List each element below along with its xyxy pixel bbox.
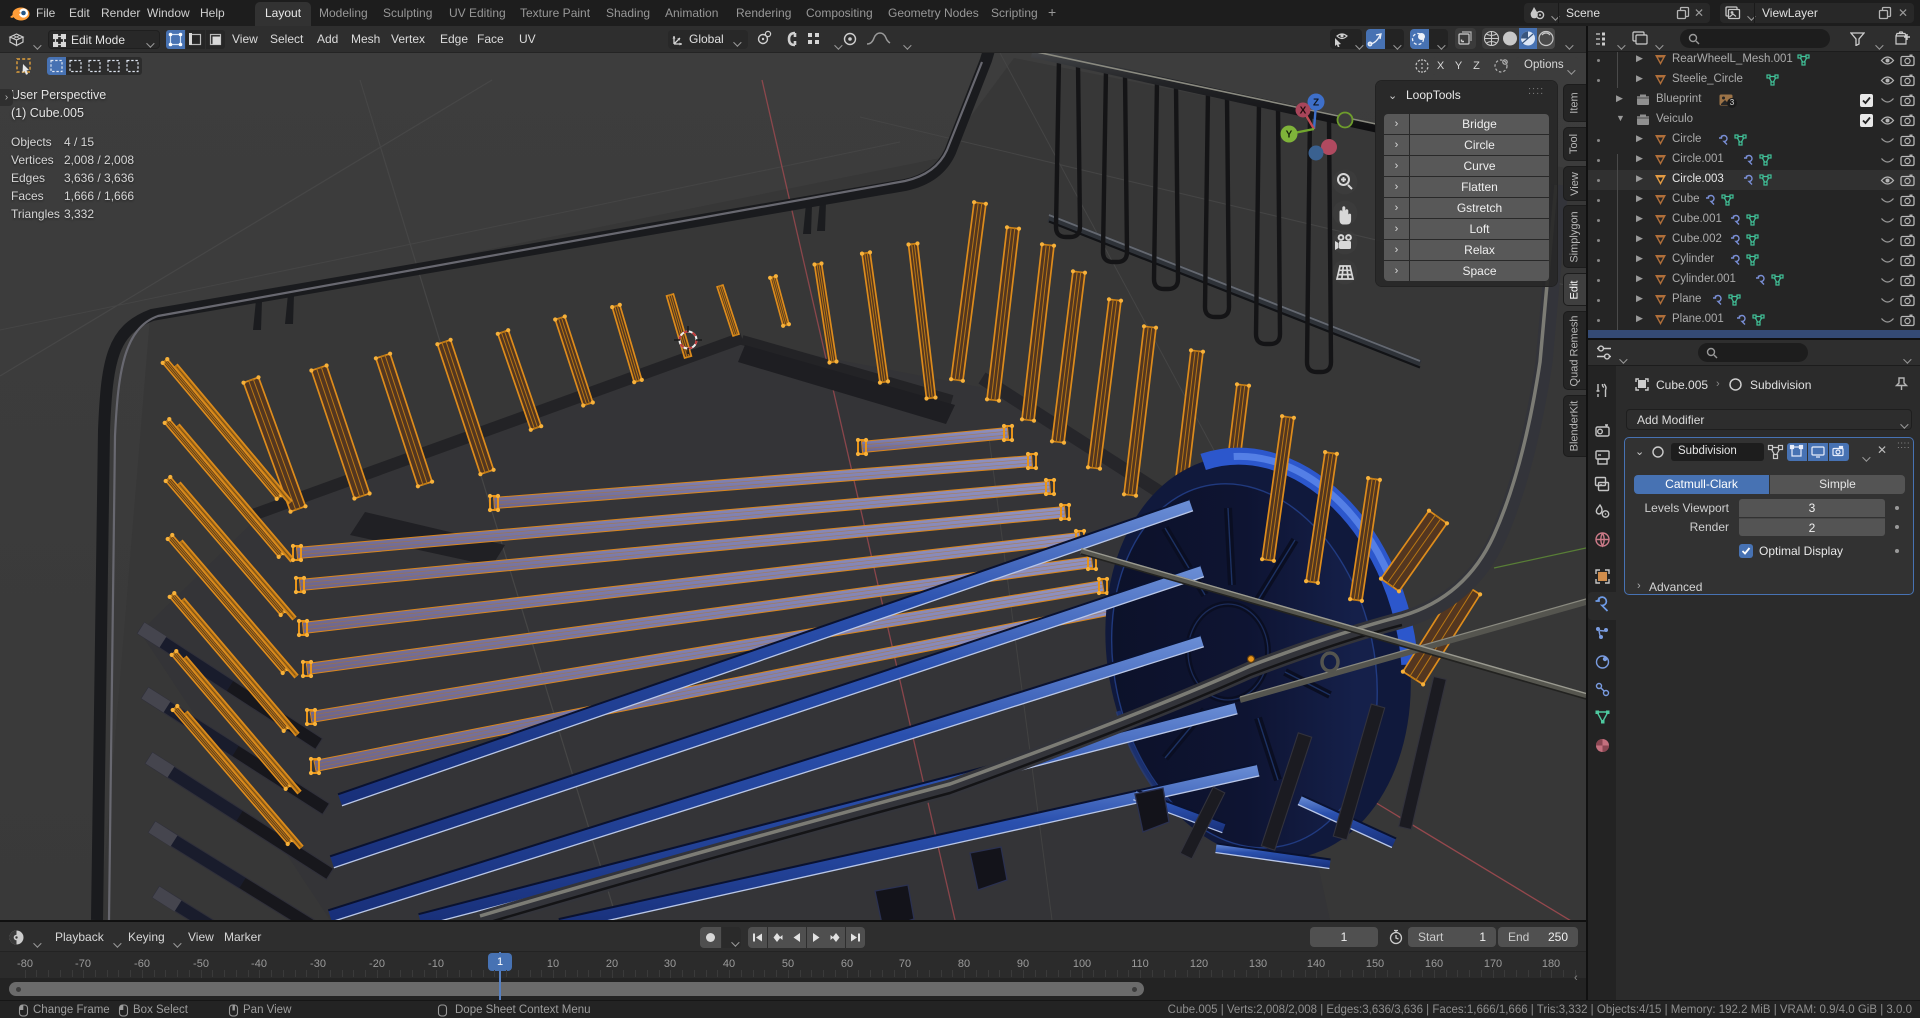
svg-text:Z: Z xyxy=(1313,98,1319,109)
svg-text:Y: Y xyxy=(1286,130,1293,141)
svg-text:X: X xyxy=(1300,106,1307,117)
